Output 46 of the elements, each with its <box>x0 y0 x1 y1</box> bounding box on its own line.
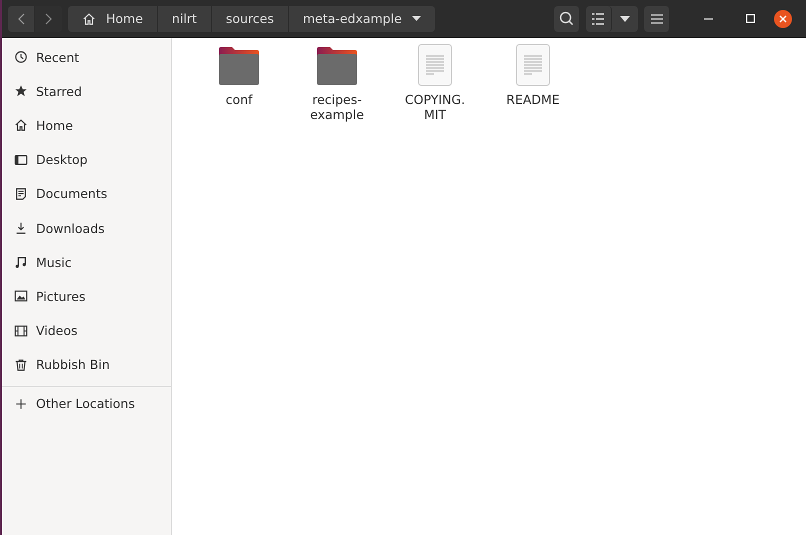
search-icon <box>559 11 574 26</box>
download-icon <box>14 221 28 236</box>
trash-icon <box>14 358 28 372</box>
home-icon <box>82 12 96 26</box>
file-name[interactable]: recipes-example <box>305 92 369 122</box>
list-icon <box>592 12 605 24</box>
sidebar-item[interactable]: Starred <box>2 74 171 108</box>
file-name[interactable]: conf <box>207 92 271 107</box>
sidebar-item[interactable]: Pictures <box>2 279 171 314</box>
sidebar-item[interactable]: Rubbish Bin <box>2 348 171 382</box>
search-button[interactable] <box>554 6 580 32</box>
folder-icon <box>316 46 358 86</box>
sidebar-item[interactable]: Home <box>2 108 171 143</box>
document-icon <box>14 186 28 201</box>
sidebar-item[interactable]: Videos <box>2 314 171 348</box>
sidebar-item[interactable]: Documents <box>2 176 171 211</box>
sidebar-item[interactable]: Desktop <box>2 142 171 177</box>
chevron-left-icon <box>18 12 24 24</box>
sidebar-item[interactable]: Downloads <box>2 210 171 246</box>
sidebar-item[interactable]: Recent <box>2 40 171 74</box>
plus-icon <box>14 396 28 411</box>
caret-icon <box>620 16 630 22</box>
menu-icon <box>650 14 662 24</box>
maximize-icon <box>746 14 755 23</box>
sidebar-item[interactable]: Other Locations <box>2 386 171 422</box>
home-icon <box>14 118 28 132</box>
back-button[interactable] <box>8 6 35 32</box>
file-name[interactable]: README <box>501 92 565 107</box>
text-file-icon <box>516 44 550 86</box>
close-icon <box>779 14 787 22</box>
caret-icon <box>412 16 421 21</box>
chevron-right-icon <box>45 12 52 24</box>
file-name[interactable]: COPYING.MIT <box>403 92 467 122</box>
menu-button[interactable] <box>644 6 670 32</box>
breadcrumb-button[interactable]: Home <box>68 6 158 32</box>
star-icon <box>14 84 28 98</box>
picture-icon <box>14 289 28 304</box>
folder-icon <box>218 46 260 86</box>
music-note-icon <box>14 255 28 270</box>
clock-icon <box>14 50 28 64</box>
film-icon <box>14 324 28 338</box>
minimize-icon <box>704 18 713 20</box>
close-button[interactable] <box>774 10 792 28</box>
sidebar-item[interactable]: Music <box>2 245 171 280</box>
text-file-icon <box>418 44 452 86</box>
desktop-icon <box>14 152 28 167</box>
